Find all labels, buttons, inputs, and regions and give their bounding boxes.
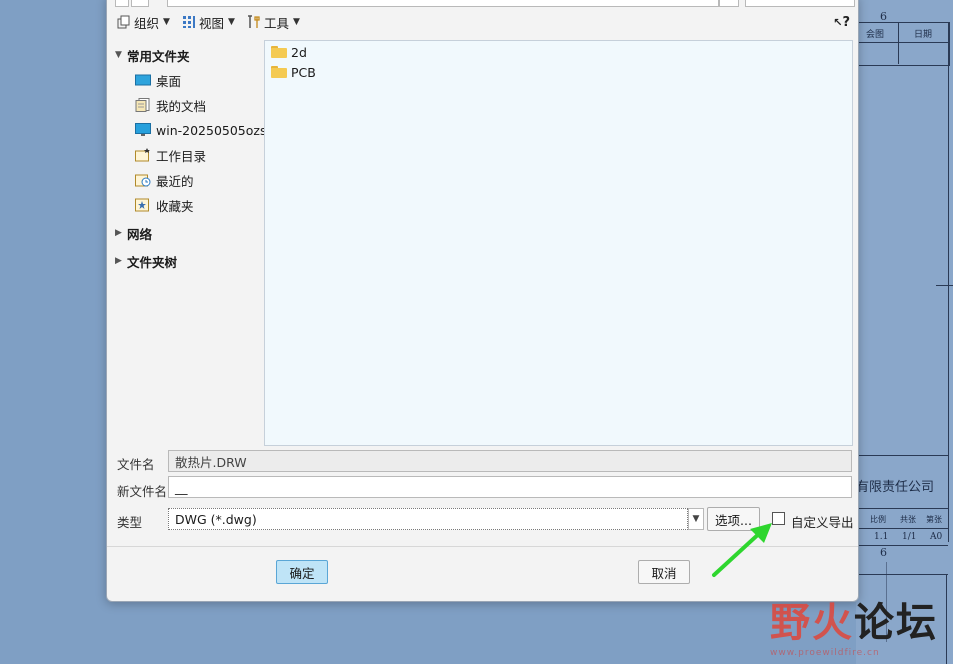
- drawing-line: [856, 455, 948, 456]
- toolbar: 组织 ▼ 视图 ▼ 工具 ▼ ↖?: [107, 9, 858, 35]
- views-label: 视图: [199, 15, 225, 31]
- folder-tree-group[interactable]: ▶ 文件夹树: [115, 251, 177, 271]
- address-row: [107, 0, 858, 7]
- drawing-line: [898, 22, 899, 64]
- nav-item-working-directory[interactable]: 工作目录: [135, 145, 206, 165]
- drawing-cell: A0: [930, 532, 943, 542]
- chevron-down-icon: ▼: [228, 17, 235, 27]
- organize-menu[interactable]: 组织 ▼: [117, 13, 170, 31]
- desktop-icon: [135, 73, 151, 87]
- forward-button[interactable]: [131, 0, 149, 7]
- documents-icon: [135, 98, 151, 112]
- file-item-2d[interactable]: 2d: [271, 43, 307, 61]
- type-select[interactable]: DWG (*.dwg): [168, 508, 688, 530]
- new-filename-input[interactable]: __: [168, 476, 852, 498]
- sheet-number-bottom: 6: [880, 546, 887, 559]
- drawing-line: [856, 42, 948, 43]
- nav-item-label: 桌面: [156, 73, 182, 89]
- chevron-down-icon: ▼: [293, 17, 300, 27]
- file-item-pcb[interactable]: PCB: [271, 63, 316, 81]
- filename-field: 散热片.DRW: [168, 450, 852, 472]
- ok-button[interactable]: 确定: [276, 560, 328, 584]
- nav-item-recent[interactable]: 最近的: [135, 170, 194, 190]
- annotation-arrow-icon: [712, 523, 772, 577]
- drawing-row-label: 比例: [870, 515, 886, 524]
- nav-item-label: 收藏夹: [156, 198, 194, 214]
- nav-item-label: win-20250505ozs: [156, 122, 267, 138]
- collapsed-triangle-icon: ▶: [115, 256, 122, 266]
- expanded-triangle-icon: ▼: [115, 50, 122, 60]
- nav-item-computer[interactable]: win-20250505ozs: [135, 120, 266, 140]
- recent-icon: [135, 173, 151, 187]
- folder-icon: [271, 46, 287, 58]
- drawing-tick: [948, 40, 949, 41]
- chevron-down-icon: ▼: [692, 514, 700, 524]
- views-menu[interactable]: 视图 ▼: [182, 13, 235, 31]
- working-dir-icon: [135, 148, 151, 162]
- watermark-part1: 野火: [770, 600, 854, 646]
- drawing-line: [856, 545, 948, 546]
- drawing-row-label: 共张: [900, 515, 916, 524]
- cancel-button-label: 取消: [651, 565, 677, 581]
- drawing-header-cell: 日期: [914, 30, 933, 40]
- watermark-text: 野火论坛: [770, 590, 938, 648]
- network-group[interactable]: ▶ 网络: [115, 223, 152, 243]
- watermark-subtext: www.proewildfire.cn: [770, 648, 880, 658]
- favorites-group[interactable]: ▼ 常用文件夹: [115, 45, 190, 65]
- file-item-label: 2d: [291, 44, 307, 60]
- custom-export-label: 自定义导出: [791, 515, 854, 530]
- nav-item-desktop[interactable]: 桌面: [135, 70, 181, 90]
- folder-icon: [271, 66, 287, 78]
- cancel-button[interactable]: 取消: [638, 560, 690, 584]
- collapsed-triangle-icon: ▶: [115, 228, 122, 238]
- drawing-header-cell: 会图: [866, 30, 885, 40]
- nav-item-favorites[interactable]: 收藏夹: [135, 195, 194, 215]
- favorites-icon: [135, 198, 151, 212]
- drawing-row-label: 第张: [926, 515, 942, 524]
- file-list[interactable]: 2d PCB: [264, 40, 853, 446]
- drawing-line: [946, 574, 947, 664]
- nav-item-label: 我的文档: [156, 98, 207, 114]
- tools-icon: [247, 15, 261, 29]
- nav-item-label: 工作目录: [156, 148, 207, 164]
- context-help-icon[interactable]: ↖?: [833, 15, 850, 30]
- background-drawing: 6 会图 日期 有限责任公司 比例 共张 第张 1.1 1/1 A0 6: [856, 0, 953, 664]
- company-text: 有限责任公司: [856, 480, 935, 495]
- network-group-label: 网络: [127, 226, 153, 242]
- computer-icon: [135, 123, 151, 137]
- type-label: 类型: [117, 515, 143, 530]
- folder-tree-group-label: 文件夹树: [127, 254, 178, 270]
- nav-item-documents[interactable]: 我的文档: [135, 95, 206, 115]
- organize-label: 组织: [134, 15, 160, 31]
- address-dropdown-button[interactable]: [719, 0, 739, 7]
- back-button[interactable]: [115, 0, 129, 7]
- watermark-part2: 论坛: [854, 600, 938, 646]
- drawing-cell: 1.1: [874, 532, 889, 542]
- address-bar[interactable]: [167, 0, 719, 7]
- save-copy-dialog: 组织 ▼ 视图 ▼ 工具 ▼ ↖? ▼ 常用文件夹 桌面 我的文档 win-20…: [106, 0, 859, 602]
- search-input[interactable]: [745, 0, 855, 7]
- drawing-line: [856, 508, 948, 509]
- drawing-border: [948, 22, 949, 542]
- drawing-line: [856, 574, 948, 575]
- filename-label: 文件名: [117, 457, 155, 472]
- tools-label: 工具: [264, 15, 290, 31]
- chevron-down-icon: ▼: [163, 17, 170, 27]
- new-filename-label: 新文件名: [117, 484, 168, 499]
- ok-button-label: 确定: [289, 565, 315, 581]
- nav-item-label: 最近的: [156, 173, 194, 189]
- watermark: 野火论坛 www.proewildfire.cn: [770, 590, 938, 658]
- drawing-tick: [936, 285, 953, 286]
- views-icon: [182, 15, 196, 29]
- file-item-label: PCB: [291, 64, 316, 80]
- favorites-group-label: 常用文件夹: [127, 48, 190, 64]
- drawing-cell: 1/1: [902, 532, 917, 542]
- drawing-line: [856, 528, 948, 529]
- tools-menu[interactable]: 工具 ▼: [247, 13, 300, 31]
- organize-icon: [117, 15, 131, 29]
